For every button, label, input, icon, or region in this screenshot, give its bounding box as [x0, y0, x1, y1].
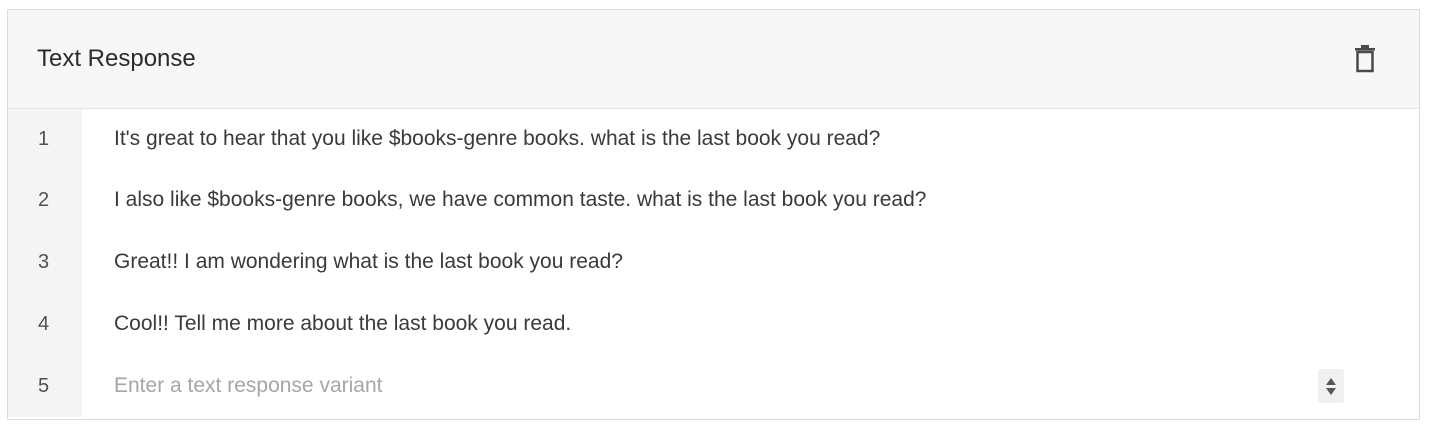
response-text[interactable]: Great!! I am wondering what is the last …	[82, 250, 1419, 274]
text-response-variant-input[interactable]	[114, 374, 1318, 398]
arrow-down-icon	[1326, 387, 1336, 395]
response-list: 1 It's great to hear that you like $book…	[8, 109, 1419, 417]
delete-button[interactable]	[1351, 44, 1379, 74]
text-response-card: Text Response 1 It's great to hear that …	[7, 9, 1420, 420]
response-text[interactable]: I also like $books-genre books, we have …	[82, 188, 1419, 212]
card-title: Text Response	[37, 45, 196, 72]
response-text[interactable]: It's great to hear that you like $books-…	[82, 127, 1419, 151]
list-item-new-variant: 5	[8, 355, 1419, 417]
row-number: 3	[8, 231, 82, 293]
row-number: 4	[8, 293, 82, 355]
list-item: 2 I also like $books-genre books, we hav…	[8, 169, 1419, 231]
list-item: 4 Cool!! Tell me more about the last boo…	[8, 293, 1419, 355]
arrow-up-icon	[1326, 377, 1336, 385]
card-header: Text Response	[8, 10, 1419, 109]
stepper-icon[interactable]	[1318, 369, 1344, 403]
response-text[interactable]: Cool!! Tell me more about the last book …	[82, 312, 1419, 336]
row-number: 1	[8, 109, 82, 169]
trash-icon	[1355, 45, 1375, 73]
row-number: 2	[8, 169, 82, 231]
row-number: 5	[8, 355, 82, 417]
list-item: 3 Great!! I am wondering what is the las…	[8, 231, 1419, 293]
list-item: 1 It's great to hear that you like $book…	[8, 109, 1419, 169]
